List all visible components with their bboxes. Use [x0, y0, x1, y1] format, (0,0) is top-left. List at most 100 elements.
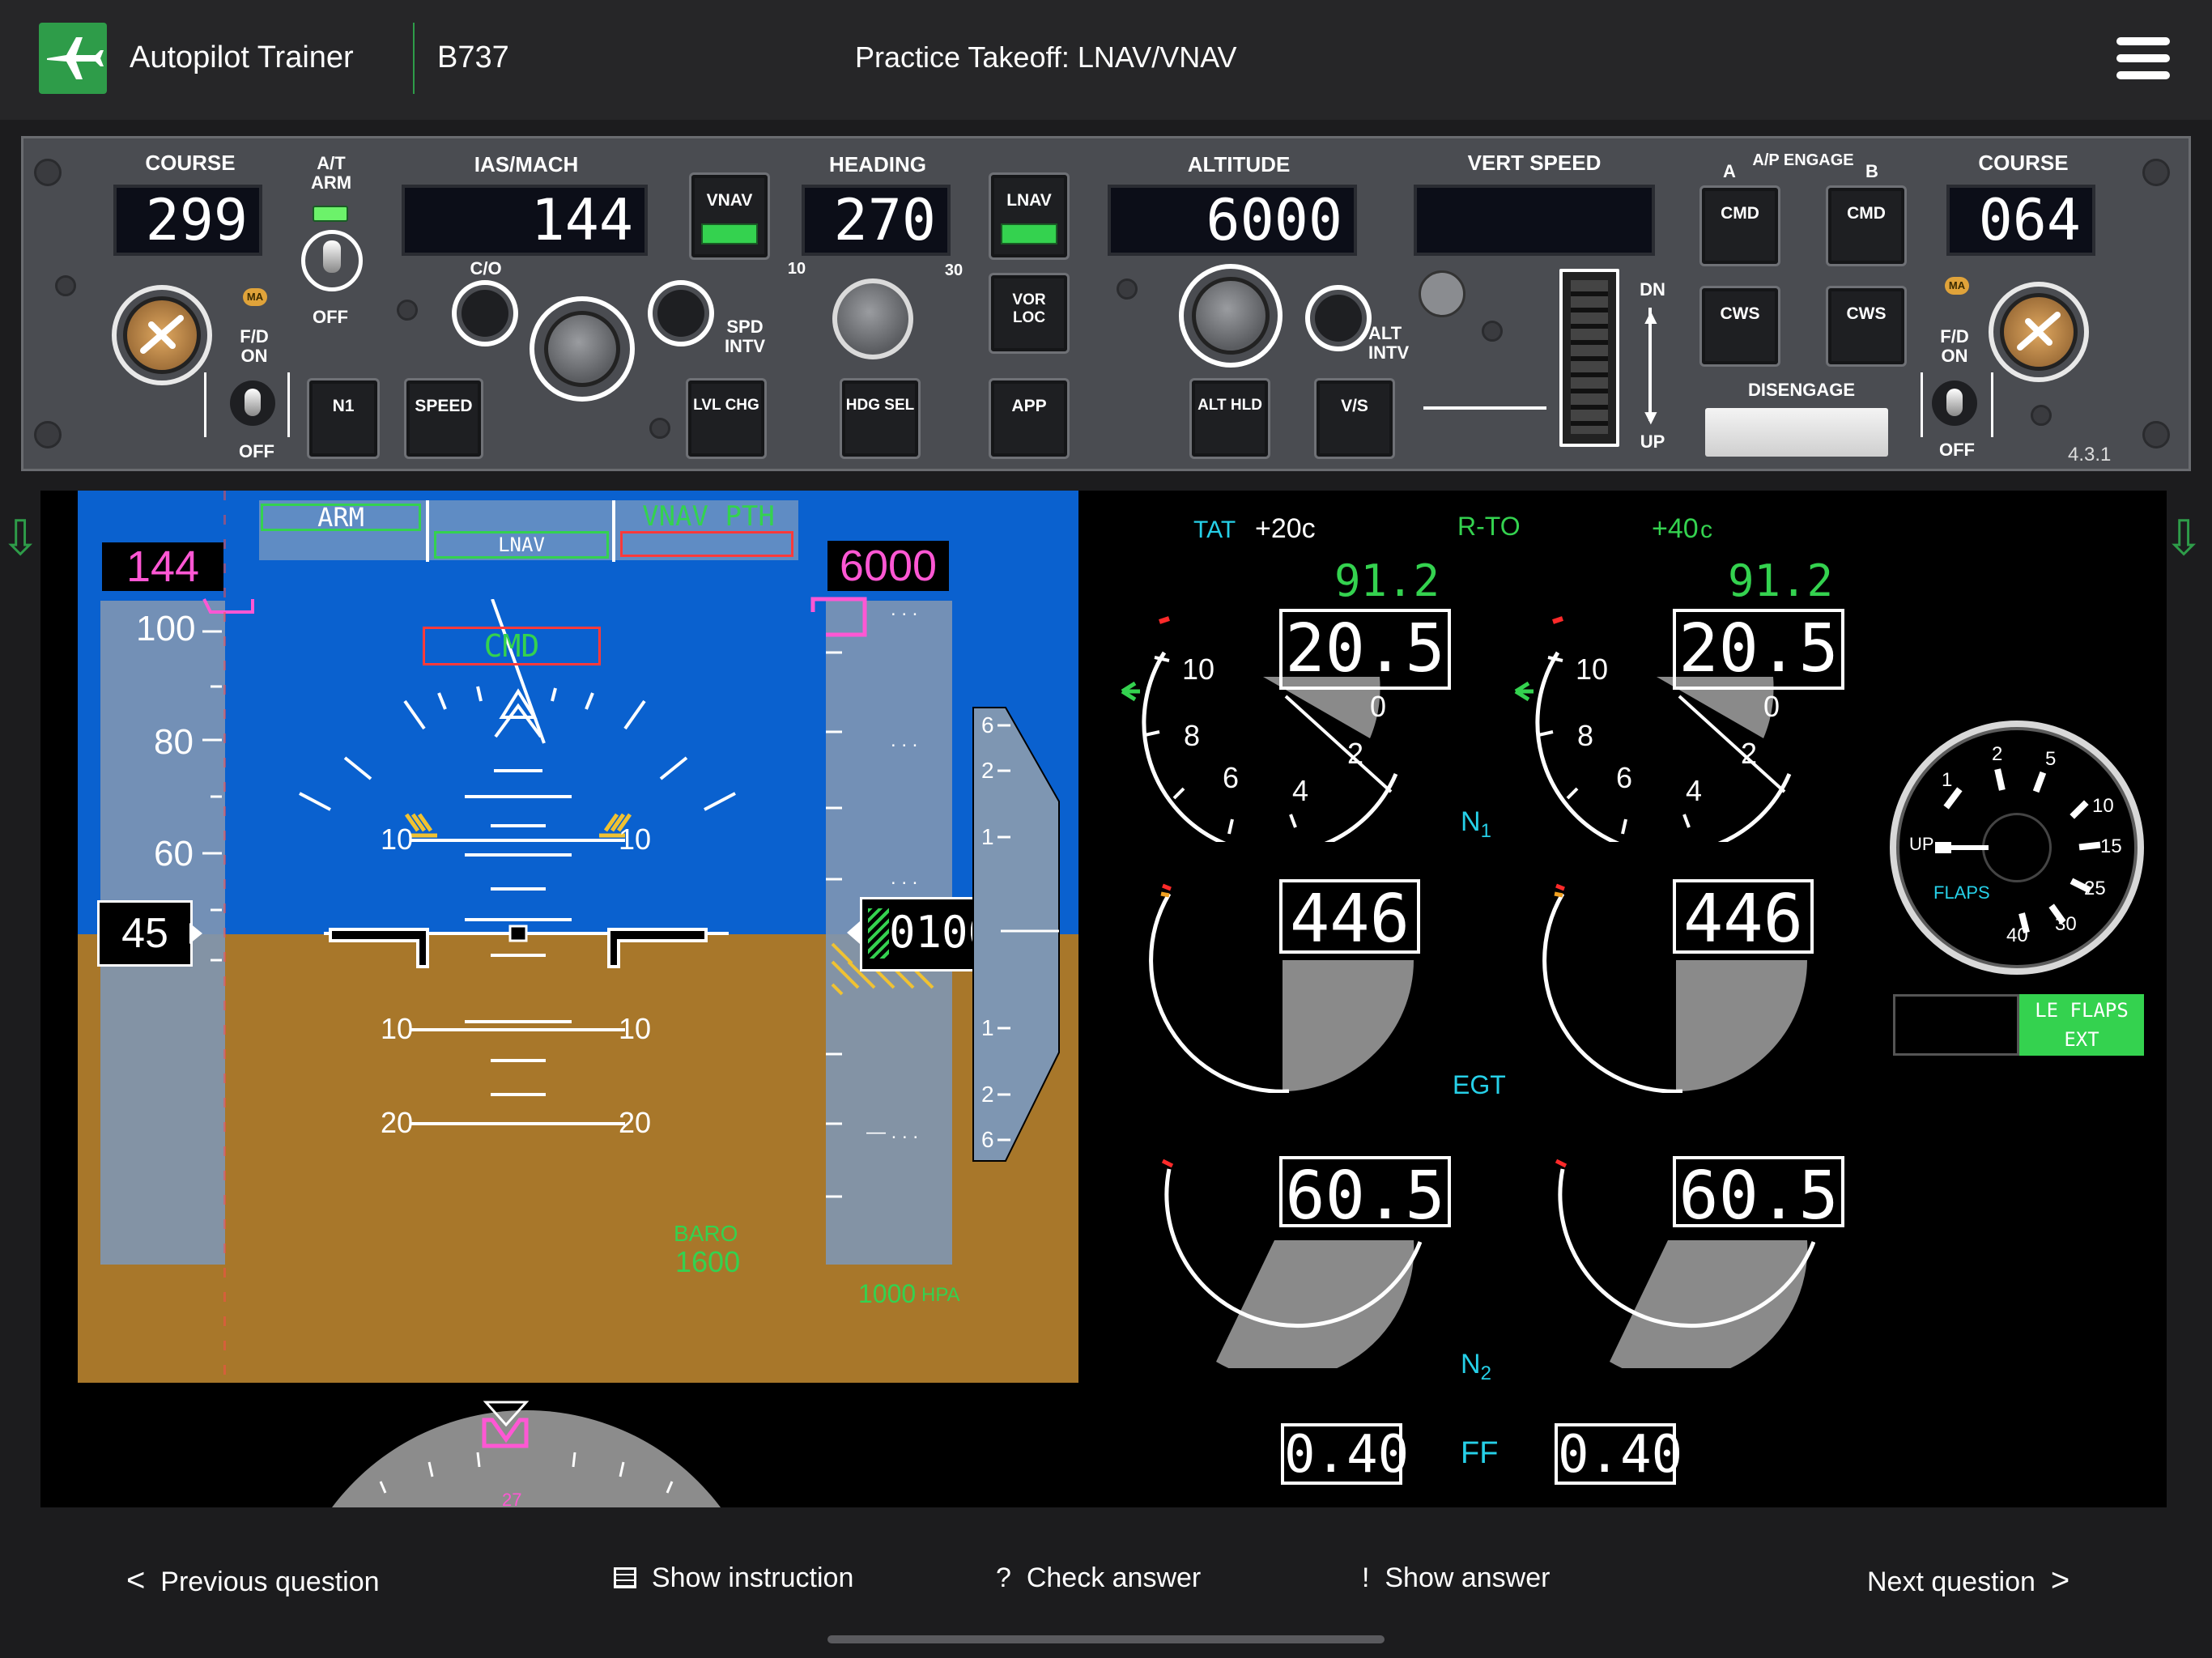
app-title: Autopilot Trainer	[130, 40, 354, 74]
n1-left-value: 20.5	[1279, 609, 1451, 690]
n1-left-scale-6: 6	[1223, 761, 1240, 794]
n1-left-scale-0: 0	[1370, 690, 1387, 723]
arrow-down-left-icon[interactable]: ⇩	[0, 510, 40, 567]
bank-min-label: 10	[787, 260, 806, 278]
lvl-chg-button[interactable]: LVL CHG	[688, 380, 764, 457]
fd-right-switch[interactable]	[1932, 380, 1977, 426]
vnav-button[interactable]: VNAV	[691, 175, 768, 257]
n1-label: N1	[1461, 806, 1491, 842]
hamburger-menu-icon[interactable]	[2116, 37, 2170, 79]
next-question-label: Next question	[1867, 1567, 2035, 1597]
lnav-lit-indicator	[1001, 223, 1057, 244]
changeover-button[interactable]	[462, 290, 508, 337]
selected-temp: +40	[1652, 513, 1699, 544]
arrow-down-right-icon[interactable]: ⇩	[2163, 510, 2204, 567]
n1-left-scale-8: 8	[1184, 719, 1201, 752]
next-question-button[interactable]: Next question >	[1867, 1562, 2069, 1599]
selected-altitude: 6000	[827, 541, 949, 591]
ma-light-left: MA	[243, 288, 267, 306]
hpa-unit: HPA	[921, 1284, 960, 1306]
ap-status-cmd: CMD	[423, 627, 601, 665]
previous-question-label: Previous question	[160, 1567, 380, 1597]
course-right-display: 064	[1946, 185, 2095, 256]
vsi-mark: 1	[981, 824, 994, 849]
alt-intv-label: ALT INTV	[1368, 323, 1410, 363]
screw-icon	[649, 418, 670, 439]
flaps-mark-1: 1	[1942, 769, 1953, 791]
cws-a-button[interactable]: CWS	[1702, 288, 1778, 364]
app-button[interactable]: APP	[991, 380, 1067, 457]
course-left-knob[interactable]	[123, 296, 201, 374]
pitch-label-10-right: 10	[619, 1012, 652, 1045]
cmd-b-button[interactable]: CMD	[1828, 188, 1904, 264]
speed-button[interactable]: SPEED	[406, 380, 481, 457]
n1-button[interactable]: N1	[309, 380, 377, 457]
egt-right-value: 446	[1673, 879, 1814, 957]
altitude-display: 6000	[1108, 185, 1357, 256]
previous-question-button[interactable]: < Previous question	[126, 1562, 380, 1599]
ap-a-label: A	[1723, 161, 1736, 181]
screw-icon	[1482, 321, 1503, 342]
ias-mach-label: IAS/MACH	[474, 152, 579, 176]
vsi-mark: 2	[981, 758, 994, 783]
speed-tick-label: 60	[154, 834, 194, 874]
svg-text:— . . .: — . . .	[866, 1121, 918, 1143]
speed-knob[interactable]	[544, 311, 620, 387]
show-instruction-button[interactable]: Show instruction	[614, 1562, 853, 1594]
ff-right-value: 0.40	[1555, 1423, 1682, 1485]
fma-divider	[426, 500, 429, 562]
vor-loc-button[interactable]: VOR LOC	[991, 275, 1067, 351]
vnav-lit-indicator	[701, 223, 758, 244]
altitude-knob[interactable]	[1192, 277, 1270, 355]
screw-icon	[34, 421, 62, 449]
fd-left-switch[interactable]	[230, 380, 275, 426]
vsi-mark: 6	[981, 712, 994, 738]
heading-label: HEADING	[829, 152, 926, 176]
arrow-down-icon: ▼	[1640, 405, 1661, 429]
heading-knob[interactable]	[832, 278, 913, 359]
vs-thumbwheel[interactable]	[1559, 269, 1619, 447]
le-flaps-line-2: EXT	[2064, 1028, 2099, 1051]
n1-right-scale-10: 10	[1576, 653, 1609, 686]
cmd-a-button[interactable]: CMD	[1702, 188, 1778, 264]
at-arm-switch[interactable]	[301, 230, 363, 291]
speed-tick-label: 80	[154, 722, 194, 762]
n1-left-scale-2: 2	[1347, 737, 1364, 770]
le-flaps-line-1: LE FLAPS	[2035, 999, 2129, 1022]
screw-icon	[55, 275, 76, 296]
course-right-knob[interactable]	[2000, 293, 2078, 371]
thrust-mode: R-TO	[1457, 512, 1521, 541]
pitch-label-10-left: 10	[381, 823, 414, 856]
cws-b-button[interactable]: CWS	[1828, 288, 1904, 364]
spd-intv-label: SPD INTV	[724, 317, 766, 356]
hdg-sel-button[interactable]: HDG SEL	[842, 380, 918, 457]
disengage-label: DISENGAGE	[1733, 380, 1870, 400]
screw-icon	[397, 300, 418, 321]
screw-icon	[2142, 421, 2170, 449]
alt-hld-button[interactable]: ALT HLD	[1192, 380, 1268, 457]
current-speed: 45	[97, 900, 193, 967]
lnav-button[interactable]: LNAV	[991, 175, 1067, 257]
airplane-icon	[39, 23, 107, 94]
spd-intv-button[interactable]	[657, 290, 704, 337]
heading-compass	[332, 1401, 721, 1507]
n1-right-scale-2: 2	[1741, 737, 1758, 770]
vs-button[interactable]: V/S	[1317, 380, 1393, 457]
fma-arm: ARM	[261, 504, 421, 531]
altitude-trend-icon	[868, 908, 889, 959]
svg-text:. . .: . . .	[891, 729, 917, 751]
n1-target-right: 91.2	[1728, 555, 1834, 606]
vsi-mark: 6	[981, 1127, 994, 1152]
aircraft-type: B737	[437, 40, 509, 74]
changeover-label: C/O	[470, 258, 502, 278]
speed-pointer-icon	[189, 923, 202, 944]
disengage-bar[interactable]	[1705, 408, 1888, 457]
n1-target-left: 91.2	[1334, 555, 1440, 606]
ff-left-value: 0.40	[1281, 1423, 1409, 1485]
show-answer-button[interactable]: ! Show answer	[1362, 1562, 1550, 1594]
fma-alert-box	[620, 531, 793, 557]
alt-intv-button[interactable]	[1315, 295, 1362, 342]
le-flaps-transit-box	[1893, 994, 2019, 1056]
at-off-label: OFF	[313, 307, 348, 327]
check-answer-button[interactable]: ? Check answer	[996, 1562, 1201, 1594]
